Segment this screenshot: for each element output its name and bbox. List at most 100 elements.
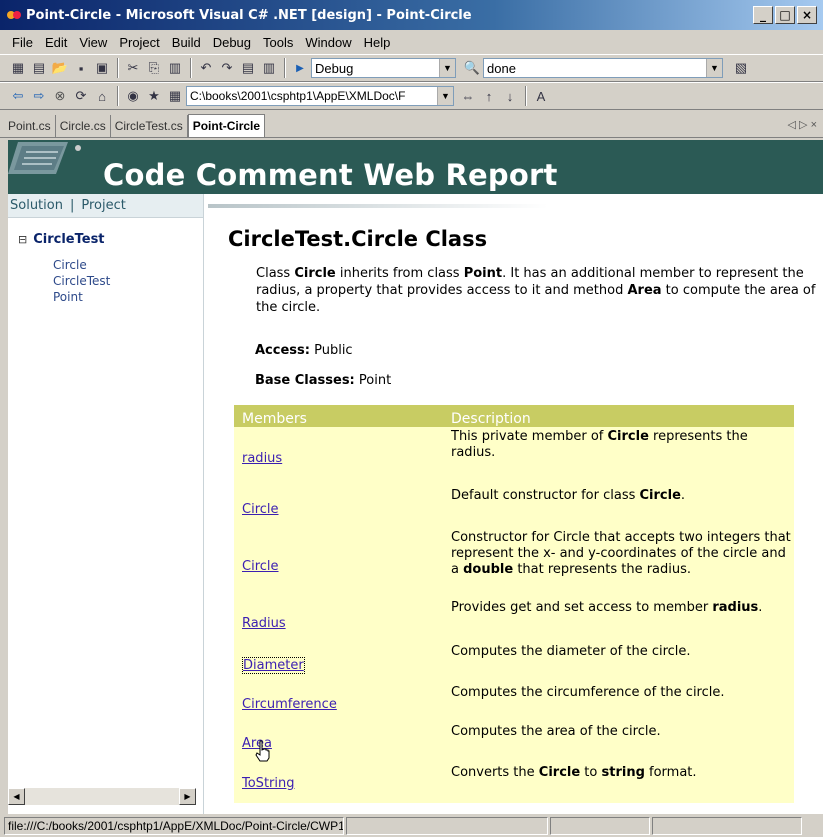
left-pane-scrollbar[interactable]: ◀ ▶ <box>8 788 196 805</box>
minimize-button[interactable]: _ <box>753 6 773 24</box>
favorites-icon[interactable]: ★ <box>144 86 164 106</box>
sync-contents-icon[interactable]: ▦ <box>165 86 185 106</box>
tab-circletest-cs[interactable]: CircleTest.cs <box>111 115 188 137</box>
navigate-forward-icon[interactable]: ▥ <box>259 58 279 78</box>
next-topic-icon[interactable]: ↓ <box>500 86 520 106</box>
table-row: Circumference Computes the circumference… <box>234 685 794 715</box>
document-tabs: Point.cs Circle.cs CircleTest.cs Point-C… <box>0 112 823 138</box>
navigate-backward-icon[interactable]: ▤ <box>238 58 258 78</box>
member-link-circle[interactable]: Circle <box>242 502 279 517</box>
report-navigation: Solution | Project ⊟ CircleTest Circle C… <box>8 194 204 814</box>
tree-item-point[interactable]: Point <box>53 289 203 305</box>
tab-point-circle[interactable]: Point-Circle <box>187 114 266 137</box>
start-icon[interactable]: ▶ <box>290 58 310 78</box>
table-row: Radius Provides get and set access to me… <box>234 600 794 631</box>
font-size-icon[interactable]: A <box>531 86 551 106</box>
stop-icon[interactable]: ⊗ <box>50 86 70 106</box>
title-bar: Point-Circle - Microsoft Visual C# .NET … <box>0 0 823 30</box>
address-value: C:\books\2001\csphtp1\AppE\XMLDoc\F <box>190 89 406 103</box>
status-url: file:///C:/books/2001/csphtp1/AppE/XMLDo… <box>4 816 344 835</box>
back-icon[interactable]: ⇦ <box>8 86 28 106</box>
menu-tools[interactable]: Tools <box>257 35 299 50</box>
member-link-circumference[interactable]: Circumference <box>242 697 337 712</box>
status-pane-2 <box>346 816 548 835</box>
menu-help[interactable]: Help <box>358 35 397 50</box>
report-banner: Code Comment Web Report <box>8 140 823 194</box>
page-title: CircleTest.Circle Class <box>228 227 488 251</box>
member-link-diameter[interactable]: Diameter <box>242 657 305 674</box>
solution-link[interactable]: Solution <box>10 198 63 213</box>
copy-icon[interactable]: ⎘ <box>144 58 164 78</box>
undo-icon[interactable]: ↶ <box>196 58 216 78</box>
tab-scroll-controls[interactable]: ◁ ▷ × <box>788 118 817 131</box>
tree-root-label[interactable]: CircleTest <box>33 232 104 247</box>
tree-item-circletest[interactable]: CircleTest <box>53 273 203 289</box>
refresh-icon[interactable]: ⟳ <box>71 86 91 106</box>
description-column-header: Description <box>451 411 531 427</box>
table-row: Area Computes the area of the circle. <box>234 724 794 754</box>
window-title: Point-Circle - Microsoft Visual C# .NET … <box>26 7 472 23</box>
table-row: Circle Constructor for Circle that accep… <box>234 530 794 590</box>
chevron-down-icon[interactable]: ▼ <box>706 59 722 77</box>
menu-debug[interactable]: Debug <box>207 35 257 50</box>
menu-project[interactable]: Project <box>113 35 165 50</box>
access-info: Access: Public <box>255 343 353 358</box>
home-icon[interactable]: ⌂ <box>92 86 112 106</box>
add-item-icon[interactable]: ▤ <box>29 58 49 78</box>
cut-icon[interactable]: ✂ <box>123 58 143 78</box>
standard-toolbar: ▦ ▤ 📂 ▪ ▣ ✂ ⎘ ▥ ↶ ↷ ▤ ▥ ▶ Debug ▼ 🔍 done… <box>0 54 823 82</box>
find-value: done <box>487 60 516 76</box>
base-classes-info: Base Classes: Point <box>255 373 392 388</box>
find-combo[interactable]: done ▼ <box>483 58 723 78</box>
tree-item-circle[interactable]: Circle <box>53 257 203 273</box>
scroll-left-icon[interactable]: ◀ <box>8 788 25 805</box>
collapse-icon[interactable]: ⊟ <box>18 233 27 246</box>
open-icon[interactable]: 📂 <box>50 58 70 78</box>
member-link-radius[interactable]: radius <box>242 451 282 466</box>
close-button[interactable]: × <box>797 6 817 24</box>
member-link-circle-constructor[interactable]: Circle <box>242 559 279 574</box>
nav-separator: | <box>69 198 75 213</box>
new-project-icon[interactable]: ▦ <box>8 58 28 78</box>
search-web-icon[interactable]: ◉ <box>123 86 143 106</box>
members-table-header: Members Description <box>234 405 794 427</box>
menu-file[interactable]: File <box>6 35 39 50</box>
paste-icon[interactable]: ▥ <box>165 58 185 78</box>
member-description: Computes the diameter of the circle. <box>451 644 691 659</box>
scroll-right-icon[interactable]: ▶ <box>179 788 196 805</box>
table-row: radius This private member of Circle rep… <box>234 429 794 469</box>
tab-point-cs[interactable]: Point.cs <box>4 115 56 137</box>
find-in-files-icon[interactable]: 🔍 <box>462 58 482 78</box>
menu-bar: File Edit View Project Build Debug Tools… <box>0 30 823 54</box>
solution-explorer-icon[interactable]: ▧ <box>731 58 751 78</box>
status-bar: file:///C:/books/2001/csphtp1/AppE/XMLDo… <box>0 814 823 837</box>
forward-icon[interactable]: ⇨ <box>29 86 49 106</box>
menu-build[interactable]: Build <box>166 35 207 50</box>
maximize-button[interactable]: □ <box>775 6 795 24</box>
solution-configuration-value: Debug <box>315 60 354 76</box>
save-icon[interactable]: ▪ <box>71 58 91 78</box>
status-pane-4 <box>652 816 802 835</box>
menu-edit[interactable]: Edit <box>39 35 73 50</box>
chevron-down-icon[interactable]: ▼ <box>437 87 453 105</box>
menu-window[interactable]: Window <box>299 35 357 50</box>
go-icon[interactable]: ⇔ <box>458 86 478 106</box>
member-description: Converts the Circle to string format. <box>451 765 697 780</box>
tree-node-circletest[interactable]: ⊟ CircleTest <box>18 232 203 247</box>
tree-children: Circle CircleTest Point <box>53 257 203 305</box>
chevron-down-icon[interactable]: ▼ <box>439 59 455 77</box>
solution-configuration-select[interactable]: Debug ▼ <box>311 58 456 78</box>
member-link-radius-property[interactable]: Radius <box>242 616 286 631</box>
previous-topic-icon[interactable]: ↑ <box>479 86 499 106</box>
save-all-icon[interactable]: ▣ <box>92 58 112 78</box>
member-link-tostring[interactable]: ToString <box>242 776 294 791</box>
member-description: This private member of Circle represents… <box>451 429 748 460</box>
address-combo[interactable]: C:\books\2001\csphtp1\AppE\XMLDoc\F ▼ <box>186 86 454 106</box>
class-description: Class Circle inherits from class Point. … <box>256 266 816 315</box>
menu-view[interactable]: View <box>73 35 113 50</box>
members-table: Members Description radius This private … <box>234 405 794 803</box>
tab-circle-cs[interactable]: Circle.cs <box>56 115 111 137</box>
redo-icon[interactable]: ↷ <box>217 58 237 78</box>
web-report-view: Code Comment Web Report Solution | Proje… <box>8 140 823 814</box>
project-link[interactable]: Project <box>81 198 125 213</box>
